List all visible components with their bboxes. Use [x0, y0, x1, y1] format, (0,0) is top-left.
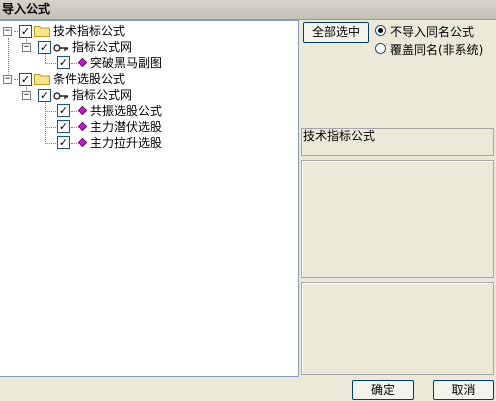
formula-detail-box: [301, 282, 494, 375]
collapse-icon[interactable]: −: [22, 91, 31, 100]
overwrite-radio[interactable]: [375, 43, 386, 54]
no-import-radio[interactable]: [375, 25, 386, 36]
key-icon: [53, 44, 68, 52]
no-import-label[interactable]: 不导入同名公式: [390, 23, 474, 40]
formula-checkbox[interactable]: ✓: [57, 104, 70, 117]
collapse-icon[interactable]: −: [3, 27, 12, 36]
tree-group-label[interactable]: 技术指标公式: [53, 24, 125, 38]
tree-formula-label[interactable]: 主力潜伏选股: [90, 120, 162, 134]
tree-formula-label[interactable]: 共振选股公式: [90, 104, 162, 118]
cancel-button[interactable]: 取消: [433, 380, 494, 400]
collapse-icon[interactable]: −: [3, 75, 12, 84]
tree-formula-label[interactable]: 主力拉升选股: [90, 136, 162, 150]
options-panel: 全部选中 不导入同名公式 覆盖同名(非系统) 技术指标公式: [299, 20, 496, 377]
formula-checkbox[interactable]: ✓: [57, 120, 70, 133]
formula-description-box: [301, 160, 494, 278]
tree-group-label[interactable]: 条件选股公式: [53, 72, 125, 86]
subgroup-checkbox[interactable]: ✓: [38, 41, 51, 54]
collapse-icon[interactable]: −: [22, 43, 31, 52]
formula-description-title: 技术指标公式: [301, 128, 494, 156]
formula-icon: [78, 138, 87, 147]
tree-subgroup-label[interactable]: 指标公式网: [72, 88, 132, 102]
formula-icon: [78, 122, 87, 131]
tree-formula-label[interactable]: 突破黑马副图: [90, 56, 162, 70]
group-checkbox[interactable]: ✓: [19, 25, 32, 38]
overwrite-label[interactable]: 覆盖同名(非系统): [390, 41, 483, 58]
formula-icon: [78, 58, 87, 67]
tree-subgroup-label[interactable]: 指标公式网: [72, 40, 132, 54]
folder-icon: [34, 74, 50, 85]
tree-connector: [45, 54, 46, 63]
formula-icon: [78, 106, 87, 115]
tree-connector: [71, 143, 77, 144]
formula-checkbox[interactable]: ✓: [57, 136, 70, 149]
tree-connector: [45, 103, 46, 144]
key-icon: [53, 92, 68, 100]
group-checkbox[interactable]: ✓: [19, 73, 32, 86]
subgroup-checkbox[interactable]: ✓: [38, 89, 51, 102]
ok-button[interactable]: 确定: [352, 380, 414, 400]
formula-tree[interactable]: − ✓ 技术指标公式 − ✓ 指标公式网 ✓ 突破黑马副图 − ✓ 条件选股公式…: [0, 20, 299, 377]
tree-connector: [71, 63, 77, 64]
tree-connector: [71, 127, 77, 128]
select-all-button[interactable]: 全部选中: [303, 22, 369, 43]
tree-connector: [71, 111, 77, 112]
folder-icon: [34, 26, 50, 37]
dialog-title: 导入公式: [0, 0, 496, 20]
formula-checkbox[interactable]: ✓: [57, 56, 70, 69]
